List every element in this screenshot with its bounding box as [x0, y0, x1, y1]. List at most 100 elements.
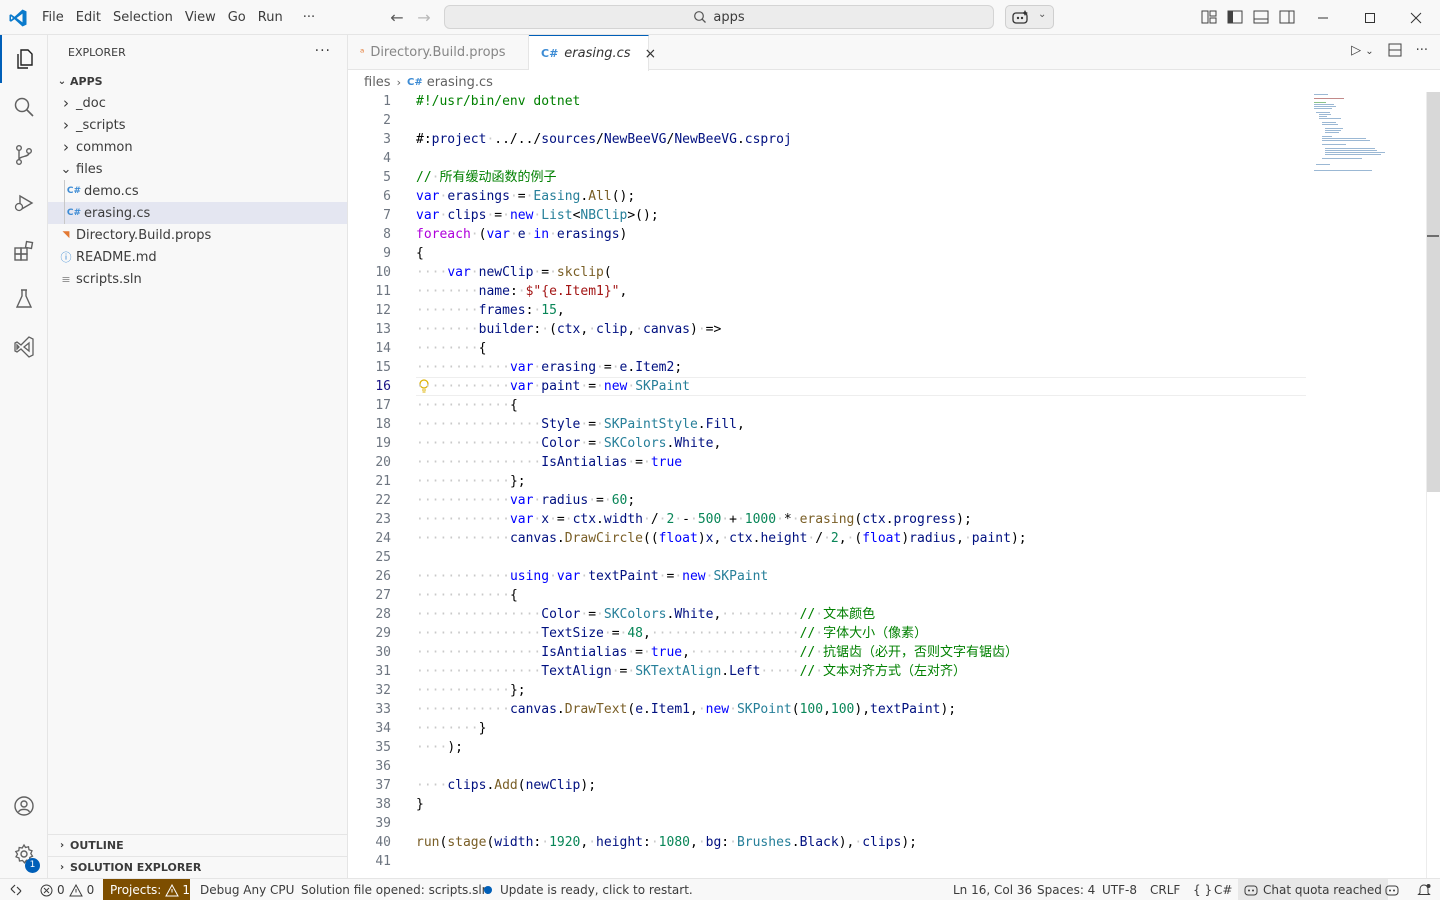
code-line[interactable]: 3 #:project·../../sources/NewBeeVG/NewBee… [348, 130, 1308, 149]
tree-item[interactable]: › common [48, 136, 347, 158]
menu-edit[interactable]: Edit [70, 0, 107, 35]
debug-config[interactable]: Debug Any CPU [200, 879, 294, 900]
explorer-more-icon[interactable]: ··· [315, 43, 331, 59]
close-tab-icon[interactable]: × [645, 46, 657, 62]
toggle-panel-icon[interactable] [1252, 8, 1270, 26]
remote-icon[interactable] [10, 879, 22, 900]
code-line[interactable]: 13 ········builder:·(ctx,·clip,·canvas)·=… [348, 320, 1308, 339]
code-line[interactable]: 22 ············var·radius·=·60; [348, 491, 1308, 510]
close-window-icon[interactable] [1393, 0, 1439, 35]
back-arrow-icon[interactable]: ← [387, 8, 407, 28]
menu-view[interactable]: View [179, 0, 222, 35]
menu-selection[interactable]: Selection [107, 0, 179, 35]
code-line[interactable]: 38} [348, 795, 1308, 814]
code-line[interactable]: 33 ············canvas.DrawText(e.Item1,·n… [348, 700, 1308, 719]
tree-item[interactable]: ◥ Directory.Build.props [48, 224, 347, 246]
run-file-icon[interactable]: ▷ ⌄ [1351, 43, 1374, 61]
scrollbar-thumb[interactable] [1427, 92, 1440, 492]
extensions-icon[interactable] [0, 227, 48, 275]
code-line[interactable]: 26 ············using·var·textPaint·=·new·… [348, 567, 1308, 586]
code-line[interactable]: 36 [348, 757, 1308, 776]
code-line[interactable]: 29 ················TextSize·=·48,········… [348, 624, 1308, 643]
minimap[interactable] [1312, 92, 1426, 182]
source-control-icon[interactable] [0, 131, 48, 179]
explorer-icon[interactable] [0, 35, 48, 83]
chat-quota-status[interactable]: Chat quota reached [1238, 879, 1388, 900]
language-mode[interactable]: C# [1214, 879, 1232, 900]
manage-gear-icon[interactable]: 1 [0, 830, 48, 878]
indentation[interactable]: Spaces: 4 [1037, 879, 1095, 900]
maximize-icon[interactable] [1347, 0, 1393, 35]
code-line[interactable]: 5 //·所有缓动函数的例子 [348, 168, 1308, 187]
code-line[interactable]: 41 [348, 852, 1308, 871]
menu-file[interactable]: File [36, 0, 70, 35]
command-center-search[interactable]: apps [444, 5, 994, 29]
breadcrumb-folder[interactable]: files [364, 75, 391, 90]
tree-item[interactable]: C# demo.cs [48, 180, 347, 202]
code-line[interactable]: 20 ················IsAntialias·=·true [348, 453, 1308, 472]
tree-item[interactable]: › _scripts [48, 114, 347, 136]
code-line[interactable]: 11 ········name:·$"{e.Item1}", [348, 282, 1308, 301]
code-line[interactable]: 35 ····); [348, 738, 1308, 757]
code-line[interactable]: 31 ················TextAlign·=·SKTextAlig… [348, 662, 1308, 681]
code-line[interactable]: 34 ········} [348, 719, 1308, 738]
accounts-icon[interactable] [0, 782, 48, 830]
search-view-icon[interactable] [0, 83, 48, 131]
code-line[interactable]: 17 ············{ [348, 396, 1308, 415]
solution-status[interactable]: Solution file opened: scripts.sln [301, 879, 489, 900]
tree-item[interactable]: › _doc [48, 92, 347, 114]
code-line[interactable]: 23 ············var·x·=·ctx.width·/·2·-·50… [348, 510, 1308, 529]
toggle-primary-sidebar-icon[interactable] [1226, 8, 1244, 26]
code-line[interactable]: 10 ····var·newClip·=·skclip( [348, 263, 1308, 282]
code-line[interactable]: 8 foreach·(var·e·in·erasings) [348, 225, 1308, 244]
outline-section[interactable]: › OUTLINE [48, 834, 348, 856]
encoding[interactable]: UTF-8 [1102, 879, 1137, 900]
code-line[interactable]: 9{ [348, 244, 1308, 263]
code-line[interactable]: 18 ················Style·=·SKPaintStyle.F… [348, 415, 1308, 434]
code-editor[interactable]: 1 #!/usr/bin/env dotnet 2 3 #:project·../../… [348, 92, 1440, 878]
code-line[interactable]: 14 ········{ [348, 339, 1308, 358]
more-actions-icon[interactable]: ··· [1416, 43, 1428, 61]
code-line[interactable]: 27 ············{ [348, 586, 1308, 605]
line-endings[interactable]: CRLF [1150, 879, 1180, 900]
update-status[interactable]: Update is ready, click to restart. [484, 879, 693, 900]
problems-indicator[interactable]: 0 0 [40, 879, 94, 900]
toggle-secondary-sidebar-icon[interactable] [1278, 8, 1296, 26]
solution-explorer-section[interactable]: › SOLUTION EXPLORER [48, 856, 348, 878]
cursor-position[interactable]: Ln 16, Col 36 [953, 879, 1032, 900]
forward-arrow-icon[interactable]: → [414, 8, 434, 28]
tab-directory-build-props[interactable]: ᵃ Directory.Build.props [348, 35, 529, 70]
minimize-icon[interactable] [1300, 0, 1346, 35]
code-line[interactable]: 39 [348, 814, 1308, 833]
copilot-button[interactable]: ⌄ [1005, 5, 1054, 29]
code-line[interactable]: 4 [348, 149, 1308, 168]
projects-status[interactable]: Projects: 1 [103, 879, 190, 900]
copilot-status-icon[interactable] [1385, 879, 1399, 900]
code-line[interactable]: 12 ········frames:·15, [348, 301, 1308, 320]
testing-flask-icon[interactable] [0, 275, 48, 323]
code-line[interactable]: 28 ················Color·=·SKColors.White… [348, 605, 1308, 624]
workspace-root[interactable]: ⌄ APPS [48, 70, 347, 92]
code-line[interactable]: 24 ············canvas.DrawCircle((float)x… [348, 529, 1308, 548]
code-line[interactable]: 30 ················IsAntialias·=·true,···… [348, 643, 1308, 662]
code-line[interactable]: 40 run(stage(width:·1920,·height:·1080,·b… [348, 833, 1308, 852]
tree-item[interactable]: C# erasing.cs [48, 202, 347, 224]
code-line[interactable]: 32 ············}; [348, 681, 1308, 700]
code-line[interactable]: 21 ············}; [348, 472, 1308, 491]
code-line[interactable]: 25 [348, 548, 1308, 567]
code-line[interactable]: 16 ············var·paint·=·new·SKPaint [348, 377, 1308, 396]
customize-layout-icon[interactable] [1200, 8, 1218, 26]
code-line[interactable]: 37 ····clips.Add(newClip); [348, 776, 1308, 795]
code-line[interactable]: 2 [348, 111, 1308, 130]
visual-studio-icon[interactable] [0, 323, 48, 371]
code-line[interactable]: 15 ············var·erasing·=·e.Item2; [348, 358, 1308, 377]
split-editor-icon[interactable] [1388, 43, 1402, 61]
tree-item[interactable]: ⓘ README.md [48, 246, 347, 268]
menu-run[interactable]: Run [252, 0, 289, 35]
menu-more[interactable]: ··· [289, 0, 321, 35]
run-debug-icon[interactable] [0, 179, 48, 227]
code-line[interactable]: 1 #!/usr/bin/env dotnet [348, 92, 1308, 111]
code-line[interactable]: 6 var·erasings·=·Easing.All(); [348, 187, 1308, 206]
code-line[interactable]: 7 var·clips·=·new·List<NBClip>(); [348, 206, 1308, 225]
notifications-bell-icon[interactable] [1417, 879, 1431, 900]
